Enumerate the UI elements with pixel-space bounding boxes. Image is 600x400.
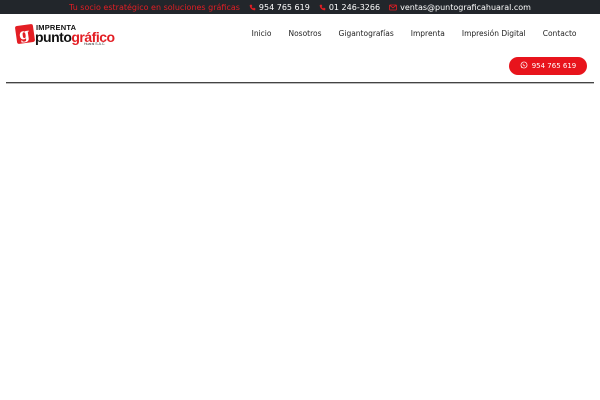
phone-icon	[319, 4, 326, 11]
logo-punto: punto	[35, 29, 72, 45]
phone-icon	[249, 4, 256, 11]
main-navigation: Inicio Nosotros Gigantografías Imprenta …	[243, 29, 585, 38]
header-divider	[6, 82, 594, 83]
nav-item-impresion-digital[interactable]: Impresión Digital	[453, 29, 534, 38]
site-logo[interactable]: g IMPRENTA puntográfico Huaral S.A.C.	[14, 23, 115, 46]
whatsapp-button[interactable]: 954 765 619	[509, 57, 587, 75]
nav-item-gigantografias[interactable]: Gigantografías	[330, 29, 402, 38]
phone-1-link[interactable]: 954 765 619	[249, 3, 310, 12]
mail-icon	[389, 4, 398, 11]
nav-item-nosotros[interactable]: Nosotros	[280, 29, 330, 38]
nav-item-imprenta[interactable]: Imprenta	[402, 29, 453, 38]
nav-item-inicio[interactable]: Inicio	[243, 29, 280, 38]
phone-2-text: 01 246-3266	[328, 2, 381, 12]
phone-1-text: 954 765 619	[258, 2, 310, 12]
whatsapp-icon	[520, 61, 528, 71]
email-link[interactable]: ventas@puntograficahuaral.com	[389, 3, 531, 12]
nav-item-contacto[interactable]: Contacto	[534, 29, 585, 38]
email-text: ventas@puntograficahuaral.com	[400, 2, 531, 12]
whatsapp-button-label: 954 765 619	[531, 62, 577, 70]
top-info-bar: Tu socio estratégico en soluciones gráfi…	[0, 0, 600, 14]
tagline: Tu socio estratégico en soluciones gráfi…	[69, 2, 240, 12]
phone-2-link[interactable]: 01 246-3266	[319, 3, 380, 12]
logo-line-3: Huaral S.A.C.	[84, 42, 106, 46]
logo-mark: g	[14, 23, 36, 45]
